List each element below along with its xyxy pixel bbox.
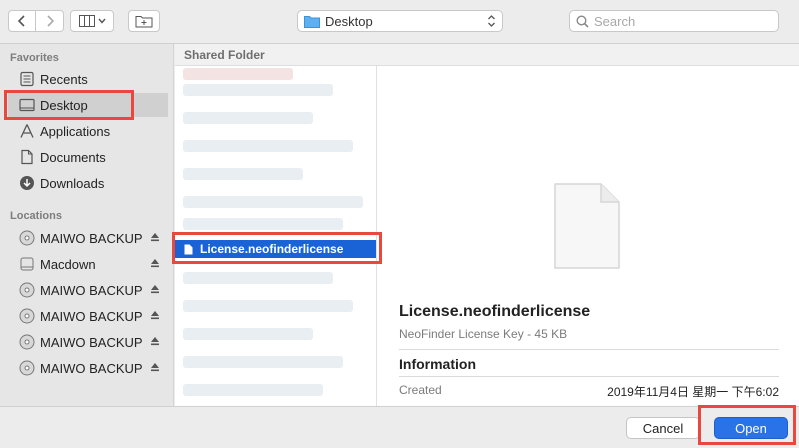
info-heading: Information [399, 356, 476, 372]
sidebar-item-label: Documents [40, 149, 106, 165]
blurred-row [183, 68, 293, 80]
sidebar: Favorites Recents Desktop Applications D… [0, 44, 174, 406]
new-folder-icon [135, 16, 153, 28]
eject-icon[interactable] [150, 284, 160, 294]
file-icon [184, 244, 193, 254]
blurred-row [183, 112, 313, 124]
eject-icon[interactable] [150, 258, 160, 268]
back-button[interactable] [8, 10, 36, 32]
file-column[interactable]: License.neofinderlicense [175, 66, 377, 406]
sidebar-item-label: MAIWO BACKUP [40, 308, 143, 324]
cancel-button[interactable]: Cancel [626, 417, 700, 439]
sidebar-item-maiwo-backup[interactable]: MAIWO BACKUP [8, 278, 168, 302]
blurred-row [183, 356, 343, 368]
blurred-row [183, 84, 333, 96]
disk-icon [18, 333, 36, 351]
sidebar-item-desktop[interactable]: Desktop [8, 93, 168, 117]
preview-file-name: License.neofinderlicense [399, 303, 591, 320]
blurred-row [183, 300, 353, 312]
disk-icon [18, 359, 36, 377]
search-box[interactable] [569, 10, 779, 32]
drive-icon [18, 255, 36, 273]
sidebar-item-macdown[interactable]: Macdown [8, 252, 168, 276]
recents-icon [18, 70, 36, 88]
sidebar-item-label: MAIWO BACKUP [40, 282, 143, 298]
sidebar-item-documents[interactable]: Documents [8, 145, 168, 169]
disk-icon [18, 281, 36, 299]
sidebar-item-label: MAIWO BACKUP [40, 334, 143, 350]
sidebar-item-label: Macdown [40, 256, 96, 272]
forward-button[interactable] [36, 10, 64, 32]
blurred-row [183, 140, 353, 152]
sidebar-item-maiwo-backup[interactable]: MAIWO BACKUP [8, 330, 168, 354]
chevron-left-icon [17, 15, 25, 27]
chevron-right-icon [46, 15, 54, 27]
blurred-row [183, 328, 313, 340]
sidebar-item-label: Desktop [40, 97, 88, 113]
columns-view-icon [78, 15, 95, 27]
view-mode-button[interactable] [70, 10, 114, 32]
sidebar-item-label: MAIWO BACKUP [40, 230, 143, 246]
file-name: License.neofinderlicense [200, 242, 344, 256]
created-label: Created [399, 383, 442, 397]
eject-icon[interactable] [150, 310, 160, 320]
file-browser: Shared Folder License.neofinderlicense L… [175, 44, 799, 406]
location-popup[interactable]: Desktop [297, 10, 503, 32]
document-preview-icon [554, 183, 620, 269]
open-button[interactable]: Open [714, 417, 788, 439]
preview-file-kind: NeoFinder License Key - 45 KB [399, 327, 568, 341]
sidebar-item-label: Downloads [40, 175, 105, 191]
disk-icon [18, 307, 36, 325]
blurred-row [183, 168, 303, 180]
up-down-chevron-icon [488, 15, 495, 27]
pane-header: Shared Folder [175, 44, 799, 66]
search-icon [576, 14, 589, 28]
sidebar-item-label: MAIWO BACKUP [40, 360, 143, 376]
blurred-row [183, 218, 343, 230]
eject-icon[interactable] [150, 336, 160, 346]
blurred-row [183, 196, 363, 208]
sidebar-item-downloads[interactable]: Downloads [8, 171, 168, 195]
sidebar-item-maiwo-backup[interactable]: MAIWO BACKUP [8, 226, 168, 250]
sidebar-item-label: Recents [40, 71, 88, 87]
divider [399, 349, 779, 350]
downloads-icon [18, 174, 36, 192]
divider [399, 376, 779, 377]
new-folder-button[interactable] [128, 10, 160, 32]
bottom-bar: Cancel Open [0, 406, 799, 448]
sidebar-section-favorites: Favorites [10, 52, 59, 64]
eject-icon[interactable] [150, 232, 160, 242]
chevron-down-icon [97, 18, 106, 24]
blurred-row [183, 272, 333, 284]
disk-icon [18, 229, 36, 247]
applications-icon [18, 122, 36, 140]
location-label: Desktop [325, 13, 373, 29]
preview-pane: License.neofinderlicense NeoFinder Licen… [378, 66, 799, 406]
blurred-row [183, 384, 323, 396]
folder-icon [304, 15, 320, 28]
documents-icon [18, 148, 36, 166]
eject-icon[interactable] [150, 362, 160, 372]
search-input[interactable] [594, 13, 764, 29]
file-row-selected[interactable]: License.neofinderlicense [175, 240, 376, 258]
sidebar-item-recents[interactable]: Recents [8, 67, 168, 91]
desktop-icon [18, 96, 36, 114]
sidebar-item-maiwo-backup[interactable]: MAIWO BACKUP [8, 304, 168, 328]
sidebar-item-label: Applications [40, 123, 111, 139]
sidebar-item-applications[interactable]: Applications [8, 119, 168, 143]
sidebar-section-locations: Locations [10, 210, 62, 222]
toolbar: Desktop [0, 0, 799, 44]
created-value: 2019年11月4日 星期一 下午6:02 [607, 385, 779, 399]
sidebar-item-maiwo-backup[interactable]: MAIWO BACKUP [8, 356, 168, 380]
